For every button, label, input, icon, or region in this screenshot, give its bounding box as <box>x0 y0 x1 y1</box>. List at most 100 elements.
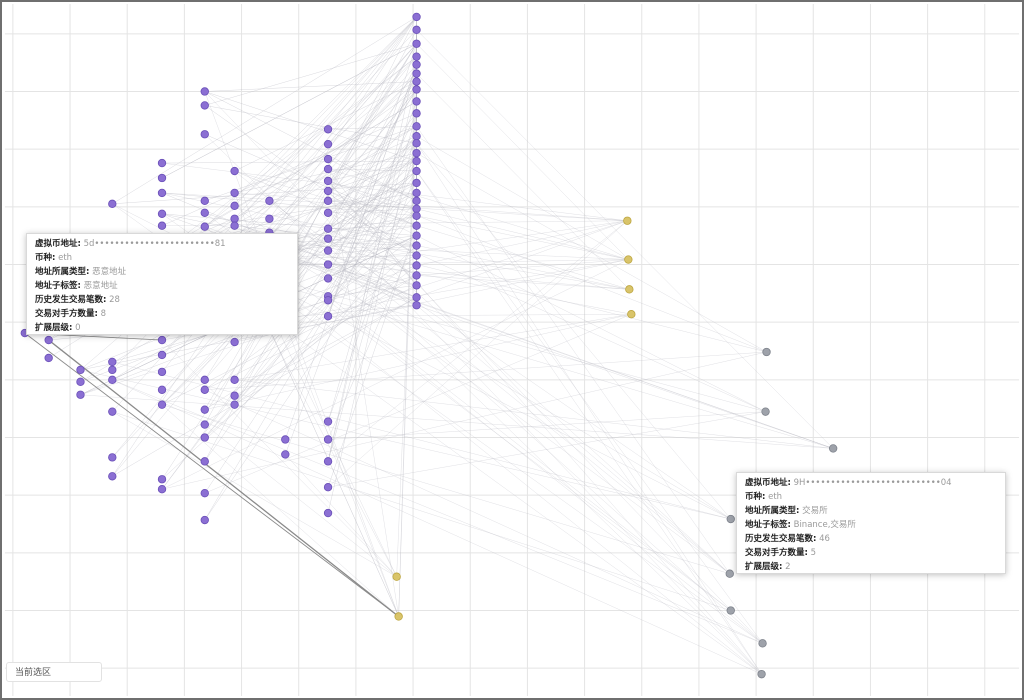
address-node <box>412 221 421 230</box>
transaction-graph-canvas[interactable] <box>0 0 1024 700</box>
address-node <box>108 407 117 416</box>
address-node <box>157 350 167 360</box>
edge <box>204 389 763 644</box>
tooltip-row-level: 扩展层级: 2 <box>745 560 997 574</box>
address-node <box>323 224 333 233</box>
address-node <box>230 337 239 347</box>
address-node <box>157 188 167 198</box>
address-node <box>412 60 421 69</box>
address-node <box>323 234 333 243</box>
address-node <box>230 375 239 385</box>
address-node <box>157 209 167 218</box>
address-node <box>200 130 209 139</box>
address-node <box>412 196 421 206</box>
address-node <box>323 260 333 269</box>
address-node <box>230 188 239 198</box>
tooltip-value: eth <box>768 492 783 502</box>
tooltip-key: 地址子标签: <box>745 520 791 530</box>
address-node <box>412 251 421 260</box>
edge <box>234 16 417 207</box>
address-node <box>200 375 209 385</box>
tooltip-row-type: 地址所属类型: 恶意地址 <box>35 265 289 279</box>
tooltip-row-tx-count: 历史发生交易笔数: 28 <box>35 293 289 307</box>
address-node <box>323 140 333 149</box>
edge <box>80 394 834 449</box>
address-node <box>157 400 167 409</box>
address-node <box>412 77 421 86</box>
address-node-highlight <box>624 255 633 264</box>
address-node <box>157 335 167 345</box>
address-node-highlight <box>627 310 636 319</box>
tooltip-value: 2 <box>785 562 791 572</box>
node-tooltip-right: 虚拟币地址: 9H•••••••••••••••••••••••••••04 币… <box>736 472 1006 574</box>
address-node <box>157 385 167 394</box>
address-node <box>323 508 333 518</box>
address-node <box>412 271 421 280</box>
tooltip-value: 8 <box>100 309 107 319</box>
address-node <box>412 231 421 240</box>
tooltip-key: 地址所属类型: <box>35 267 90 277</box>
tooltip-value: 28 <box>109 295 120 305</box>
address-node <box>200 101 209 110</box>
tooltip-value: 5 <box>810 548 817 558</box>
address-node <box>76 377 85 386</box>
address-node <box>412 12 421 22</box>
address-node <box>412 132 421 141</box>
address-node <box>412 122 421 131</box>
tooltip-row-tx-count: 历史发生交易笔数: 46 <box>745 532 997 546</box>
tooltip-row-subtag: 地址子标签: 恶意地址 <box>35 279 289 293</box>
address-node <box>323 483 333 492</box>
edge <box>327 296 731 611</box>
tooltip-row-address: 虚拟币地址: 9H•••••••••••••••••••••••••••04 <box>745 476 997 490</box>
edge <box>416 305 730 574</box>
edge-layer <box>24 16 834 675</box>
address-node <box>412 166 421 176</box>
address-node <box>230 166 239 176</box>
address-node <box>323 417 333 426</box>
tooltip-key: 扩展层级: <box>35 323 73 333</box>
address-node <box>412 178 421 188</box>
tooltip-key: 地址子标签: <box>35 281 81 291</box>
edge <box>327 73 417 279</box>
address-node <box>230 221 239 230</box>
address-node <box>200 87 209 96</box>
address-node <box>323 296 333 305</box>
node-tooltip-left: 虚拟币地址: 5d••••••••••••••••••••••••81 币种: … <box>26 233 298 335</box>
tooltip-key: 交易对手方数量: <box>745 548 808 558</box>
address-node <box>323 457 333 466</box>
tooltip-key: 地址所属类型: <box>745 506 800 516</box>
address-node <box>412 148 421 158</box>
address-node <box>323 186 333 196</box>
address-node <box>323 125 333 134</box>
address-node-highlight <box>623 216 632 225</box>
address-node <box>200 405 209 414</box>
edge <box>161 404 730 574</box>
address-node <box>323 196 333 206</box>
address-node <box>76 390 85 399</box>
address-node <box>323 154 333 164</box>
tooltip-row-counterparty: 交易对手方数量: 8 <box>35 307 289 321</box>
address-node <box>412 241 421 250</box>
tooltip-key: 扩展层级: <box>745 562 783 572</box>
exchange-node <box>726 606 735 615</box>
edge <box>416 305 834 449</box>
address-node <box>265 196 274 206</box>
exchange-node <box>762 347 771 357</box>
address-node <box>230 214 239 223</box>
address-node-highlight <box>625 285 634 294</box>
tooltip-value: Binance,交易所 <box>793 520 856 530</box>
tooltip-key: 币种: <box>745 492 766 502</box>
tooltip-key: 币种: <box>35 253 56 263</box>
address-node <box>323 164 333 174</box>
address-node <box>108 375 117 385</box>
address-node <box>230 201 239 211</box>
tooltip-row-address: 虚拟币地址: 5d••••••••••••••••••••••••81 <box>35 237 289 251</box>
tooltip-value: eth <box>58 253 73 263</box>
address-node <box>157 485 167 494</box>
current-selection-label[interactable]: 当前选区 <box>6 662 102 682</box>
edge <box>234 16 417 226</box>
address-node <box>108 453 117 462</box>
address-node <box>412 69 421 78</box>
address-node <box>412 85 421 94</box>
address-node <box>412 211 421 220</box>
